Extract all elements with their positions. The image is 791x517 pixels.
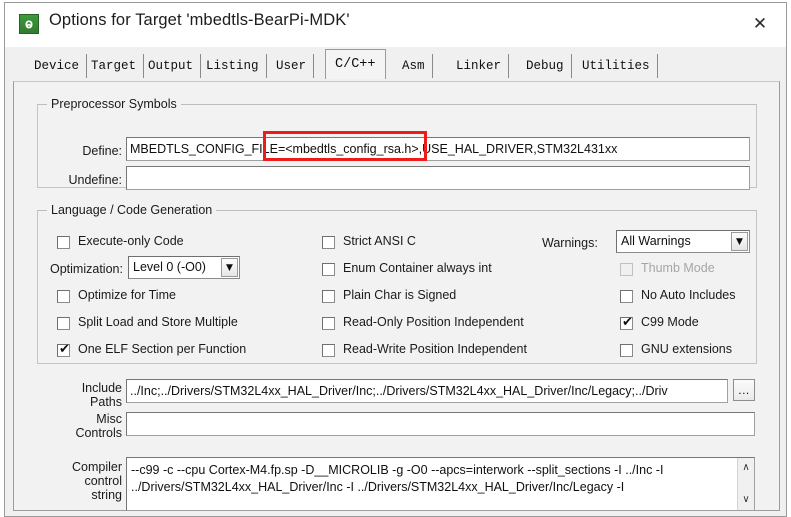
tab-strip: Device Target Output Listing User C/C++ …: [5, 47, 786, 81]
label-execute-only-code: Execute-only Code: [78, 234, 184, 248]
label-read-write-position-independent: Read-Write Position Independent: [343, 342, 527, 356]
tab-output[interactable]: Output: [141, 54, 202, 78]
chevron-down-icon: ▼: [226, 263, 233, 273]
tab-asm[interactable]: Asm: [395, 54, 433, 78]
ellipsis-icon: ...: [738, 383, 750, 397]
checkbox-strict-ansi-c[interactable]: [322, 236, 335, 249]
include-paths-input[interactable]: ../Inc;../Drivers/STM32L4xx_HAL_Driver/I…: [126, 379, 728, 403]
title-bar: ⱺ Options for Target 'mbedtls-BearPi-MDK…: [5, 3, 786, 47]
misc-controls-label-line1: Misc: [96, 412, 122, 426]
tab-c-cpp[interactable]: C/C++: [325, 49, 386, 79]
warnings-value: All Warnings: [621, 234, 691, 248]
checkbox-read-only-position-independent[interactable]: [322, 317, 335, 330]
checkbox-execute-only-code[interactable]: [57, 236, 70, 249]
warnings-dropdown-button[interactable]: ▼: [731, 232, 748, 251]
compiler-control-string-scrollbar[interactable]: ∧ ∨: [737, 458, 754, 510]
label-read-only-position-independent: Read-Only Position Independent: [343, 315, 524, 329]
tab-debug[interactable]: Debug: [519, 54, 572, 78]
label-optimize-for-time: Optimize for Time: [78, 288, 176, 302]
keil-uvision-icon: ⱺ: [19, 14, 39, 34]
include-paths-value: ../Inc;../Drivers/STM32L4xx_HAL_Driver/I…: [130, 384, 668, 398]
optimization-combobox[interactable]: Level 0 (-O0) ▼: [128, 256, 240, 279]
checkbox-read-write-position-independent[interactable]: [322, 344, 335, 357]
compiler-control-string-label-line1: Compiler: [71, 460, 122, 474]
label-enum-container-always-int: Enum Container always int: [343, 261, 492, 275]
warnings-label: Warnings:: [542, 236, 598, 250]
include-paths-label-line1: Include: [81, 381, 122, 395]
label-split-load-and-store-multiple: Split Load and Store Multiple: [78, 315, 238, 329]
close-icon: ✕: [752, 14, 768, 34]
define-label: Define:: [82, 144, 122, 158]
checkbox-c99-mode[interactable]: ✔: [620, 315, 633, 330]
checkbox-gnu-extensions[interactable]: [620, 344, 633, 357]
compiler-control-string-line-2: ../Drivers/STM32L4xx_HAL_Driver/Inc -I .…: [131, 480, 625, 494]
tab-utilities[interactable]: Utilities: [575, 54, 658, 78]
include-paths-browse-button[interactable]: ...: [733, 379, 755, 401]
misc-controls-input[interactable]: [126, 412, 755, 436]
undefine-label: Undefine:: [68, 173, 122, 187]
scroll-up-icon[interactable]: ∧: [738, 462, 754, 473]
checkbox-no-auto-includes[interactable]: [620, 290, 633, 303]
window-title: Options for Target 'mbedtls-BearPi-MDK': [49, 11, 350, 29]
tab-linker[interactable]: Linker: [449, 54, 510, 78]
check-icon: ✔: [622, 315, 633, 330]
checkbox-plain-char-is-signed[interactable]: [322, 290, 335, 303]
define-input[interactable]: MBEDTLS_CONFIG_FILE=<mbedtls_config_rsa.…: [126, 137, 750, 161]
optimization-value: Level 0 (-O0): [133, 260, 206, 274]
checkbox-enum-container-always-int[interactable]: [322, 263, 335, 276]
checkbox-one-elf-section-per-function[interactable]: ✔: [57, 342, 70, 357]
label-c99-mode: C99 Mode: [641, 315, 699, 329]
label-thumb-mode: Thumb Mode: [641, 261, 715, 275]
label-no-auto-includes: No Auto Includes: [641, 288, 736, 302]
c-cpp-tab-page: Preprocessor Symbols Define: MBEDTLS_CON…: [13, 81, 780, 511]
misc-controls-label-line2: Controls: [75, 426, 122, 440]
label-plain-char-is-signed: Plain Char is Signed: [343, 288, 457, 302]
checkbox-thumb-mode: [620, 263, 633, 276]
optimization-dropdown-button[interactable]: ▼: [221, 258, 238, 277]
tab-target[interactable]: Target: [84, 54, 145, 78]
label-strict-ansi-c: Strict ANSI C: [343, 234, 416, 248]
check-icon: ✔: [59, 342, 70, 357]
compiler-control-string-label-line2: control: [84, 474, 122, 488]
chevron-down-icon: ▼: [736, 237, 743, 247]
scroll-down-icon[interactable]: ∨: [738, 494, 754, 505]
tab-device[interactable]: Device: [27, 54, 88, 78]
compiler-control-string-input[interactable]: --c99 -c --cpu Cortex-M4.fp.sp -D__MICRO…: [126, 457, 755, 511]
warnings-combobox[interactable]: All Warnings ▼: [616, 230, 750, 253]
optimization-label: Optimization:: [50, 262, 123, 276]
label-one-elf-section-per-function: One ELF Section per Function: [78, 342, 247, 356]
compiler-control-string-line-1: --c99 -c --cpu Cortex-M4.fp.sp -D__MICRO…: [131, 463, 664, 477]
compiler-control-string-label-line3: string: [91, 488, 122, 502]
tab-listing[interactable]: Listing: [199, 54, 267, 78]
define-input-value: MBEDTLS_CONFIG_FILE=<mbedtls_config_rsa.…: [130, 142, 618, 156]
label-gnu-extensions: GNU extensions: [641, 342, 733, 356]
undefine-input[interactable]: [126, 166, 750, 190]
close-button[interactable]: ✕: [740, 9, 780, 39]
include-paths-label-line2: Paths: [90, 395, 122, 409]
keil-uvision-icon-glyph: ⱺ: [25, 16, 33, 31]
tab-user[interactable]: User: [269, 54, 315, 78]
checkbox-split-load-and-store-multiple[interactable]: [57, 317, 70, 330]
checkbox-optimize-for-time[interactable]: [57, 290, 70, 303]
preprocessor-symbols-title: Preprocessor Symbols: [47, 97, 181, 111]
language-code-generation-title: Language / Code Generation: [47, 203, 217, 217]
options-dialog: ⱺ Options for Target 'mbedtls-BearPi-MDK…: [4, 2, 787, 517]
